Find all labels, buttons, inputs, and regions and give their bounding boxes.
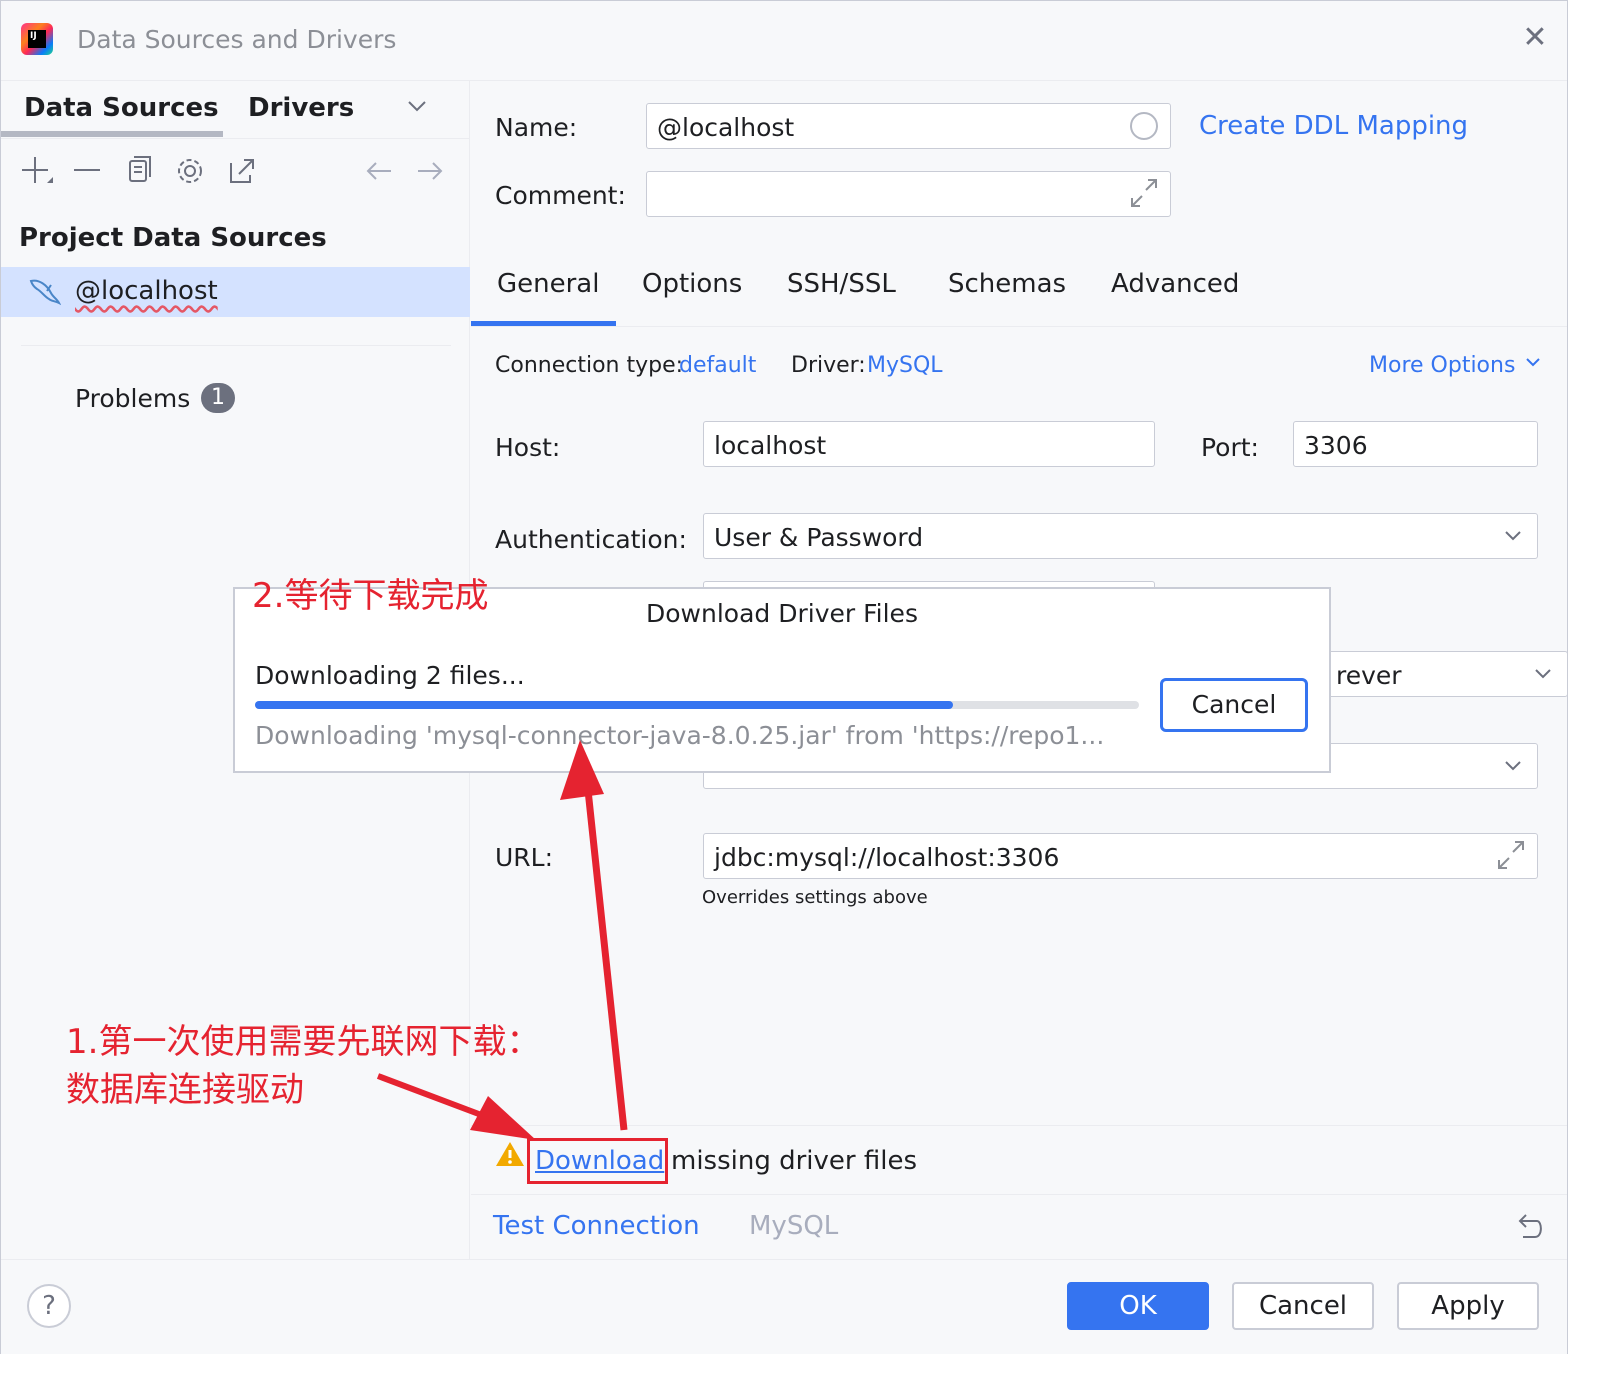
cancel-button[interactable]: Cancel (1232, 1282, 1374, 1330)
authentication-label: Authentication: (495, 525, 687, 554)
tab-schemas[interactable]: Schemas (948, 269, 1066, 299)
expand-icon[interactable] (1128, 176, 1160, 217)
forward-arrow-icon[interactable] (412, 151, 448, 202)
revert-icon[interactable] (1513, 1207, 1547, 1249)
download-progress-fill (255, 701, 954, 709)
expand-icon[interactable] (1495, 838, 1527, 879)
color-picker-icon[interactable] (1130, 112, 1158, 140)
annotation-step-1-line-1: 1.第一次使用需要先联网下载： (66, 1022, 541, 1062)
url-field[interactable]: jdbc:mysql://localhost:3306 (703, 833, 1538, 879)
back-arrow-icon[interactable] (361, 151, 397, 202)
warning-icon (495, 1140, 525, 1168)
authentication-dropdown[interactable]: User & Password (703, 513, 1538, 559)
save-password-value: rever (1336, 661, 1402, 690)
test-connection-link[interactable]: Test Connection (493, 1211, 700, 1241)
driver-footer-text: MySQL (749, 1211, 839, 1241)
app-logo-letters: IJ (28, 30, 46, 48)
chevron-down-icon[interactable] (404, 93, 430, 125)
annotation-step-1-line-2: 数据库连接驱动 (66, 1070, 304, 1110)
ok-button[interactable]: OK (1067, 1282, 1209, 1330)
download-detail: Downloading 'mysql-connector-java-8.0.25… (255, 721, 1105, 750)
annotation-step-2: 2.等待下载完成 (252, 576, 489, 616)
chevron-down-icon (1522, 353, 1544, 378)
data-source-label: @localhost (75, 276, 218, 306)
connection-tab-bar: General Options SSH/SSL Schemas Advanced (471, 257, 1567, 327)
window-title: Data Sources and Drivers (77, 25, 397, 54)
name-label: Name: (495, 113, 578, 142)
project-data-sources-heading: Project Data Sources (19, 223, 327, 253)
chevron-down-icon (1531, 658, 1555, 694)
more-options-label: More Options (1369, 353, 1516, 378)
connection-type-label: Connection type: (495, 353, 684, 378)
mysql-dolphin-icon (27, 275, 62, 309)
problems-count-badge: 1 (201, 383, 235, 413)
driver-label: Driver: (791, 353, 866, 378)
missing-driver-warning: Download missing driver files (471, 1125, 1567, 1195)
host-label: Host: (495, 433, 561, 462)
more-options-link[interactable]: More Options (1369, 353, 1544, 378)
open-external-icon[interactable] (223, 151, 259, 202)
download-status: Downloading 2 files... (255, 661, 525, 690)
tab-general[interactable]: General (497, 269, 599, 299)
port-label: Port: (1201, 433, 1259, 462)
chevron-down-icon (1501, 520, 1525, 556)
left-tab-bar: Data Sources Drivers (1, 81, 470, 139)
create-ddl-mapping-link[interactable]: Create DDL Mapping (1199, 111, 1468, 141)
tab-data-sources[interactable]: Data Sources (24, 93, 219, 123)
problems-label[interactable]: Problems (75, 384, 190, 413)
download-progress-bar (255, 701, 1139, 709)
data-source-item[interactable]: @localhost (1, 267, 470, 317)
chevron-down-icon (1501, 750, 1525, 786)
remove-icon[interactable] (69, 151, 105, 202)
active-tab-indicator (471, 321, 616, 326)
annotation-highlight-box (527, 1138, 668, 1184)
comment-label: Comment: (495, 181, 626, 210)
name-field[interactable]: @localhost (646, 103, 1171, 149)
connection-type-link[interactable]: default (679, 353, 756, 378)
divider (21, 345, 451, 346)
name-field-value: @localhost (657, 113, 795, 142)
bottom-bar: ? OK Cancel Apply (1, 1259, 1567, 1354)
download-cancel-button[interactable]: Cancel (1160, 678, 1308, 732)
host-field[interactable]: localhost (703, 421, 1155, 467)
tab-ssh-ssl[interactable]: SSH/SSL (787, 269, 896, 299)
driver-link[interactable]: MySQL (867, 353, 943, 378)
missing-driver-text: missing driver files (671, 1146, 918, 1176)
close-icon[interactable]: ✕ (1519, 23, 1551, 55)
data-source-toolbar (1, 141, 470, 205)
title-bar: IJ Data Sources and Drivers ✕ (1, 1, 1567, 81)
url-hint: Overrides settings above (702, 887, 928, 908)
url-field-value: jdbc:mysql://localhost:3306 (714, 843, 1060, 872)
apply-button[interactable]: Apply (1397, 1282, 1539, 1330)
active-tab-indicator (1, 131, 223, 137)
tab-options[interactable]: Options (642, 269, 742, 299)
tab-advanced[interactable]: Advanced (1111, 269, 1239, 299)
authentication-value: User & Password (714, 523, 924, 552)
settings-icon[interactable] (172, 151, 208, 202)
save-password-dropdown[interactable]: rever (1325, 651, 1568, 697)
duplicate-icon[interactable] (121, 151, 157, 202)
url-label: URL: (495, 843, 554, 872)
help-button[interactable]: ? (27, 1284, 71, 1328)
port-field[interactable]: 3306 (1293, 421, 1538, 467)
comment-field[interactable] (646, 171, 1171, 217)
intellij-logo-icon: IJ (21, 23, 53, 55)
tab-drivers[interactable]: Drivers (248, 93, 354, 123)
add-icon[interactable] (19, 151, 55, 202)
